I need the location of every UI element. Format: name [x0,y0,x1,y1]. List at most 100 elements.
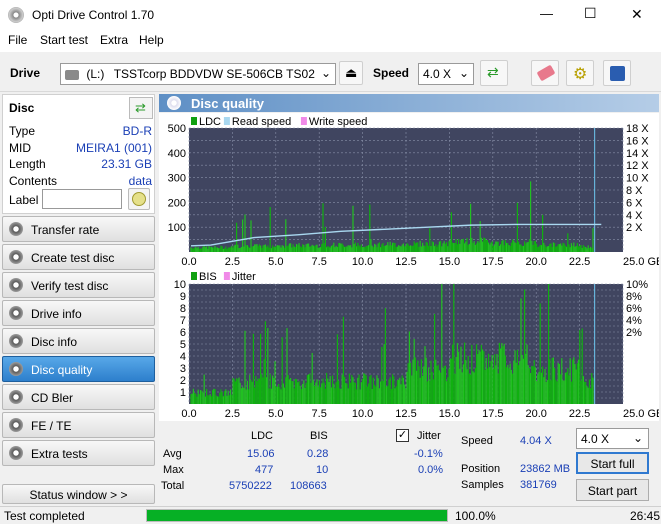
y-tick-label: 7 [180,315,186,327]
nav-create-test-disc[interactable]: Create test disc [2,244,155,270]
minimize-button[interactable]: — [540,6,553,21]
panel-title: Disc quality [191,96,264,111]
x-tick-label: 15.0 [439,408,460,420]
window-title: Opti Drive Control 1.70 [32,8,155,22]
legend-swatch [191,117,197,125]
col-bis-header: BIS [310,430,328,442]
legend-label: BIS [199,271,217,283]
maximize-button[interactable]: ☐ [584,5,597,22]
x-tick-label: 12.5 [395,408,416,420]
legend-label: Jitter [232,271,256,283]
samples-value: 381769 [520,479,557,491]
status-window-button[interactable]: Status window > > [2,484,155,504]
y-tick-label: 4 [180,351,186,363]
y-tick-label: 1 [180,387,186,399]
disc-icon [9,278,23,292]
start-part-button[interactable]: Start part [576,479,649,501]
nav-extra-tests[interactable]: Extra tests [2,440,155,466]
avg-ldc: 15.06 [247,448,275,460]
erase-button[interactable] [531,60,559,86]
disc-label-input[interactable] [42,189,122,209]
floppy-icon [610,66,625,81]
x-tick-label: 15.0 [439,256,460,268]
disc-field-key: MID [9,140,31,155]
x-tick-label: 10.0 [352,256,373,268]
chevron-down-icon: ⌄ [632,431,643,445]
col-ldc-header: LDC [251,430,274,442]
label-apply-button[interactable] [128,188,150,210]
y2-tick-label: 10 X [626,173,649,185]
legend-label: LDC [199,116,221,128]
menu-bar: File Start test Extra Help [0,30,661,52]
menu-file[interactable]: File [8,33,27,47]
disc-icon [9,250,23,264]
nav-label: Disc quality [31,363,93,377]
y-tick-label: 200 [168,197,186,209]
toolbar: Drive (L:) TSSTcorp BDDVDW SE-506CB TS02… [0,54,661,92]
label-key: Label [9,193,39,207]
close-button[interactable]: ✕ [631,6,643,23]
nav-verify-test-disc[interactable]: Verify test disc [2,272,155,298]
progress-fill [147,510,447,521]
test-speed-select[interactable]: 4.0 X ⌄ [576,428,649,449]
status-bar: Test completed 100.0% 26:45 [0,506,661,524]
start-part-label: Start part [587,484,638,498]
disc-icon [9,390,23,404]
nav-label: Disc info [31,335,78,349]
y2-tick-label: 4% [626,315,642,327]
refresh-button[interactable]: ⇄ [480,60,508,86]
speed-select[interactable]: 4.0 X ⌄ [418,63,474,85]
jitter-checkbox[interactable]: ✓ [396,429,409,442]
x-tick-label: 7.5 [312,408,327,420]
y2-tick-label: 14 X [626,148,649,160]
test-speed-value: 4.0 X [581,432,610,446]
menu-extra[interactable]: Extra [100,33,128,47]
drive-label: Drive [10,66,41,80]
drive-letter: (L:) [86,67,105,81]
drive-icon [65,69,79,80]
drive-select[interactable]: (L:) TSSTcorp BDDVDW SE-506CB TS02 ⌄ [60,63,336,85]
legend-label: Read speed [232,116,291,128]
menu-help[interactable]: Help [139,33,164,47]
nav-disc-info[interactable]: Disc info [2,328,155,354]
x-tick-label: 2.5 [225,408,240,420]
nav-cd-bler[interactable]: CD Bler [2,384,155,410]
total-key: Total [161,480,185,492]
refresh-icon: ⇄ [487,64,499,80]
nav-disc-quality[interactable]: Disc quality [2,356,155,382]
y-tick-label: 2 [180,375,186,387]
avg-key: Avg [163,448,182,460]
settings-button[interactable]: ⚙ [566,60,594,86]
nav-fe-te[interactable]: FE / TE [2,412,155,438]
y2-tick-label: 6 X [626,197,643,209]
legend-label: Write speed [309,116,368,128]
y2-tick-label: 16 X [626,135,649,147]
pencil-icon [132,192,146,206]
x-tick-label: 25.0 GB [623,256,659,268]
disc-field-key: Length [9,157,46,171]
title-bar: Opti Drive Control 1.70 — ☐ ✕ [0,0,661,30]
disc-refresh-button[interactable]: ⇄ [129,97,153,119]
disc-field-key: Type [9,124,36,138]
x-tick-label: 12.5 [395,256,416,268]
menu-start-test[interactable]: Start test [40,33,88,47]
nav-transfer-rate[interactable]: Transfer rate [2,216,155,242]
y2-tick-label: 12 X [626,160,649,172]
y-tick-label: 500 [168,123,186,135]
chevron-down-icon: ⌄ [320,66,331,80]
total-ldc: 5750222 [229,480,272,492]
x-tick-label: 7.5 [312,256,327,268]
y2-tick-label: 18 X [626,123,649,135]
disc-icon [9,418,23,432]
speed-key: Speed [461,435,493,447]
elapsed-time: 26:45 [630,509,661,523]
start-full-button[interactable]: Start full [576,452,649,474]
disc-icon [9,222,23,236]
nav-label: Create test disc [31,251,115,265]
y2-tick-label: 4 X [626,210,643,222]
nav-drive-info[interactable]: Drive info [2,300,155,326]
save-button[interactable] [603,60,631,86]
eject-button[interactable]: ⏏ [339,61,363,85]
nav-label: CD Bler [31,391,74,405]
legend-swatch [191,272,197,280]
